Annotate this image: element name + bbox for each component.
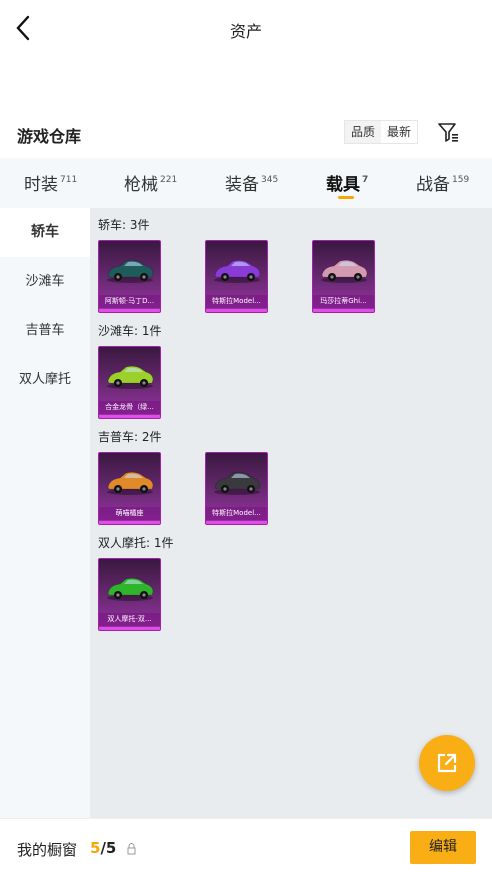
vehicle-image [206, 241, 267, 299]
vehicle-image [99, 453, 160, 511]
tab-guns[interactable]: 枪械 221 [124, 170, 177, 195]
tab-count: 221 [160, 175, 178, 185]
vehicle-name: 玛莎拉蒂Ghi... [313, 295, 374, 308]
bottom-bar: 我的橱窗 5/5 编辑 [0, 818, 492, 876]
showcase-count: 5/5 [90, 839, 116, 857]
active-tab-indicator [338, 196, 354, 199]
tab-label: 装备 [225, 175, 259, 195]
sort-toggle: 品质 最新 [344, 120, 418, 144]
vehicle-card[interactable]: 阿斯顿·马丁D... [98, 240, 161, 313]
sidebar-item-jeep[interactable]: 吉普车 [0, 306, 90, 355]
sidebar-item-sedan[interactable]: 轿车 [0, 208, 90, 257]
vehicle-image [206, 453, 267, 511]
tab-supplies[interactable]: 战备 159 [416, 170, 469, 195]
tab-count: 345 [261, 175, 279, 185]
vehicle-name: 特斯拉Model... [206, 295, 267, 308]
vehicle-card[interactable]: 特斯拉Model... [205, 240, 268, 313]
vehicle-name: 双人摩托-双... [99, 613, 160, 626]
vehicle-image [99, 559, 160, 617]
tab-count: 159 [452, 175, 470, 185]
showcase-total: 5 [105, 839, 117, 857]
sort-quality-button[interactable]: 品质 [345, 121, 381, 143]
vehicle-name: 合金龙骨（绿... [99, 401, 160, 414]
vehicle-card[interactable]: 玛莎拉蒂Ghi... [312, 240, 375, 313]
group-title: 轿车: 3件 [98, 218, 150, 232]
rarity-bar [206, 521, 267, 524]
section-title: 游戏仓库 [17, 127, 82, 146]
external-link-icon [437, 753, 457, 773]
rarity-bar [99, 415, 160, 418]
rarity-bar [99, 521, 160, 524]
vehicle-image [99, 241, 160, 299]
group-title: 双人摩托: 1件 [98, 536, 174, 550]
category-tabs: 时装 711 枪械 221 装备 345 载具 7 战备 159 [0, 158, 492, 208]
vehicle-image [99, 347, 160, 405]
tab-vehicles[interactable]: 载具 7 [326, 170, 369, 199]
vehicle-name: 阿斯顿·马丁D... [99, 295, 160, 308]
tab-label: 载具 [326, 175, 360, 195]
showcase-current: 5 [90, 839, 101, 857]
filter-list-icon [438, 123, 458, 142]
rarity-bar [99, 309, 160, 312]
vehicle-image [313, 241, 374, 299]
tab-label: 战备 [416, 175, 450, 195]
rarity-bar [206, 309, 267, 312]
rarity-bar [99, 627, 160, 630]
vehicle-name: 特斯拉Model... [206, 507, 267, 520]
vehicle-card[interactable]: 双人摩托-双... [98, 558, 161, 631]
tab-label: 时装 [24, 175, 58, 195]
filter-button[interactable] [436, 120, 460, 144]
tab-label: 枪械 [124, 175, 158, 195]
vehicle-card[interactable]: 萌喵橘座 [98, 452, 161, 525]
tab-fashion[interactable]: 时装 711 [24, 170, 77, 195]
section-header: 游戏仓库 品质 最新 [0, 118, 492, 154]
share-button[interactable] [419, 735, 475, 791]
tab-equipment[interactable]: 装备 345 [225, 170, 278, 195]
vehicle-name: 萌喵橘座 [99, 507, 160, 520]
tab-count: 711 [60, 175, 78, 185]
sidebar-item-motorcycle[interactable]: 双人摩托 [0, 355, 90, 404]
edit-button[interactable]: 编辑 [410, 831, 476, 864]
sort-newest-button[interactable]: 最新 [381, 121, 417, 143]
sidebar-item-buggy[interactable]: 沙滩车 [0, 257, 90, 306]
showcase-label: 我的橱窗 [17, 841, 78, 859]
vehicle-card[interactable]: 合金龙骨（绿... [98, 346, 161, 419]
page-title: 资产 [229, 22, 262, 41]
vehicle-card[interactable]: 特斯拉Model... [205, 452, 268, 525]
group-title: 沙滩车: 1件 [98, 324, 162, 338]
rarity-bar [313, 309, 374, 312]
group-title: 吉普车: 2件 [98, 430, 162, 444]
top-bar: 资产 [0, 0, 492, 56]
tab-count: 7 [362, 175, 369, 185]
vehicle-list: 轿车: 3件 阿斯顿·马丁D... 特斯拉Model... 玛莎拉蒂Ghi... 沙滩车… [90, 208, 492, 818]
vehicle-type-sidebar: 轿车 沙滩车 吉普车 双人摩托 [0, 208, 90, 818]
lock-icon [127, 843, 136, 855]
